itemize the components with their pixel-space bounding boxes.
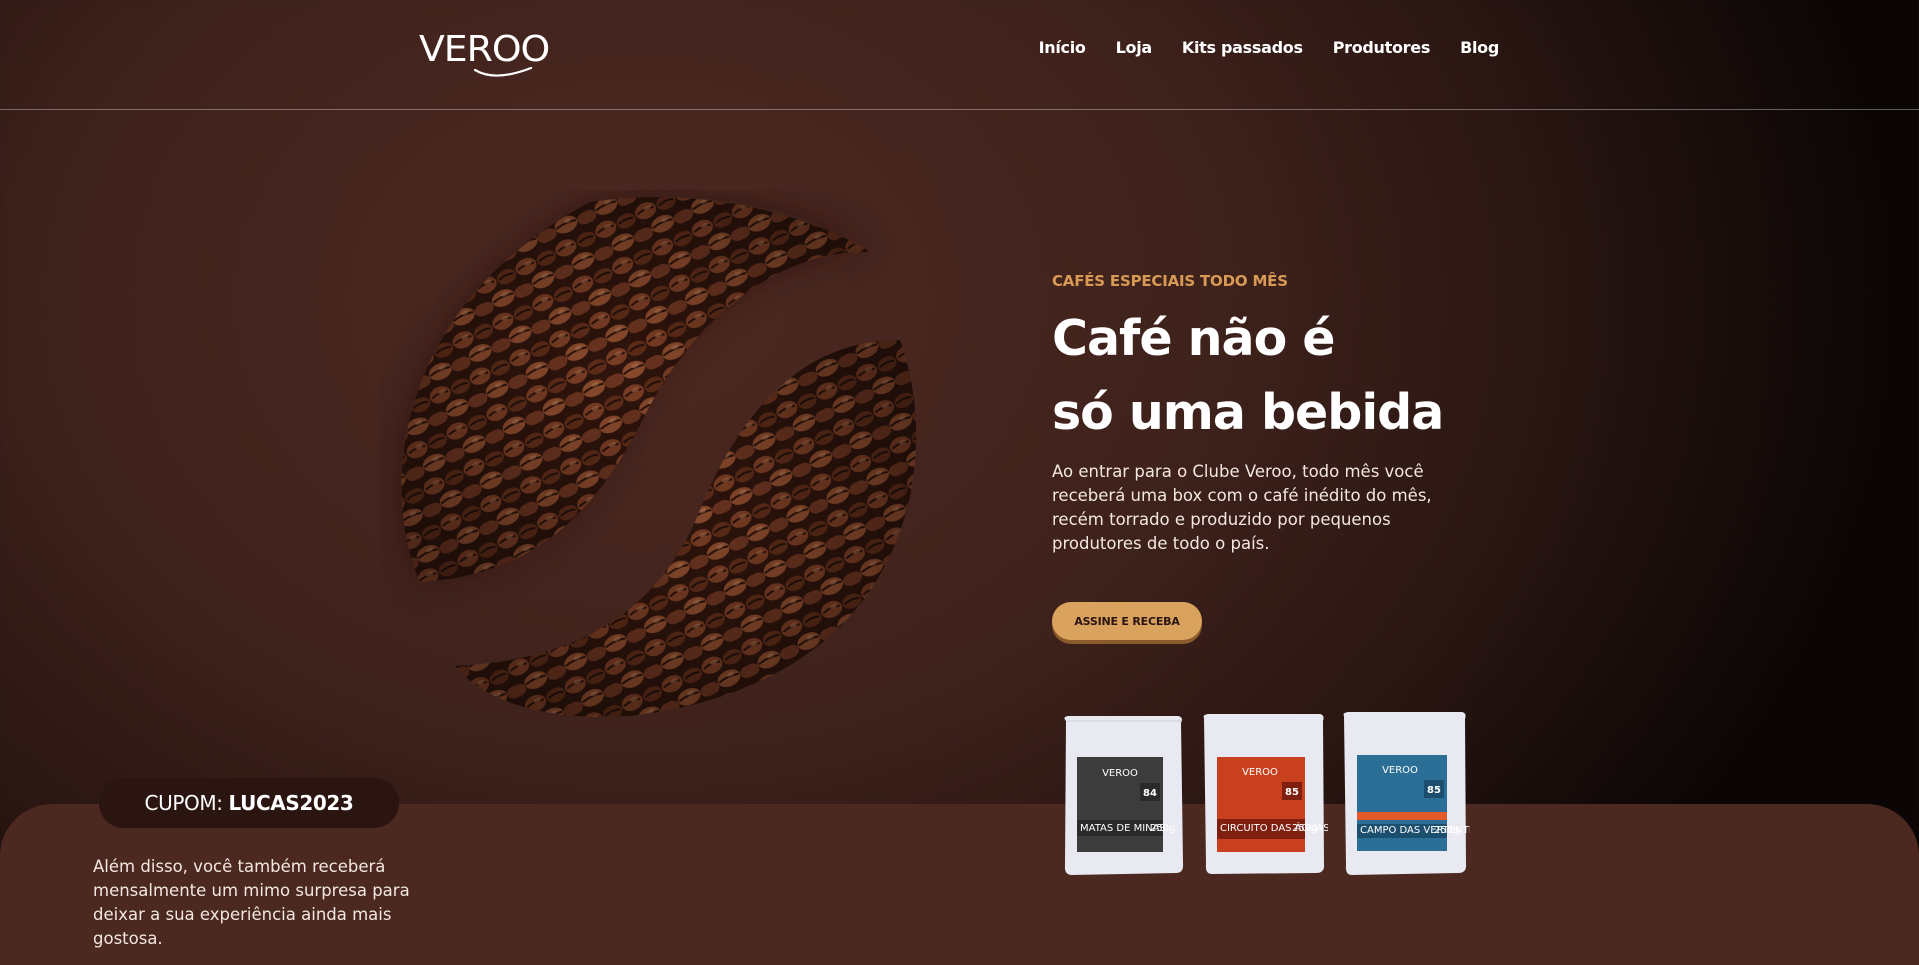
coupon-badge: CUPOM: LUCAS2023: [99, 778, 399, 828]
main-nav: Início Loja Kits passados Produtores Blo…: [1039, 38, 1500, 57]
nav-item-kits-passados[interactable]: Kits passados: [1182, 38, 1303, 57]
bag-3-score: 85: [1427, 785, 1441, 796]
hero-description: Ao entrar para o Clube Veroo, todo mês v…: [1052, 462, 1432, 553]
bag-2-weight: 250g: [1292, 823, 1317, 834]
hero-headline: Café não é só uma bebida: [1052, 302, 1472, 450]
brand-logo-text: VEROO: [419, 29, 550, 70]
bag-1-brand: VEROO: [1102, 768, 1138, 779]
coffee-bag-3: VEROO 85 CAMPO DAS VERTENTES 250g: [1343, 712, 1470, 875]
hero-section: CAFÉS ESPECIAIS TODO MÊS Café não é só u…: [1052, 272, 1472, 556]
coupon-code: LUCAS2023: [228, 791, 354, 815]
brand-logo[interactable]: VEROO: [419, 30, 550, 77]
product-bags: VEROO 84 MATAS DE MINAS 250g VEROO 85 CI…: [1058, 708, 1478, 883]
bag-2-brand: VEROO: [1242, 767, 1278, 778]
coffee-bag-1: VEROO 84 MATAS DE MINAS 250g: [1064, 716, 1184, 875]
bag-3-weight: 250g: [1434, 825, 1459, 836]
bonus-description: Além disso, você também receberá mensalm…: [93, 857, 410, 948]
subscribe-button[interactable]: ASSINE E RECEBA: [1052, 602, 1202, 640]
bag-2-score: 85: [1285, 787, 1299, 798]
bag-1-weight: 250g: [1150, 823, 1175, 834]
hero-headline-line2: só uma bebida: [1052, 384, 1444, 441]
hero-eyebrow: CAFÉS ESPECIAIS TODO MÊS: [1052, 272, 1288, 290]
coupon-prefix: CUPOM:: [144, 791, 223, 815]
coffee-bag-2: VEROO 85 CIRCUITO DAS ÁGUAS PAULISTA 250…: [1203, 714, 1328, 874]
nav-item-blog[interactable]: Blog: [1460, 38, 1499, 57]
coffee-bean-illustration: [401, 196, 917, 717]
coffee-bean-image: [380, 190, 940, 730]
nav-item-loja[interactable]: Loja: [1116, 38, 1153, 57]
logo-swoosh-icon: [473, 66, 533, 77]
nav-item-inicio[interactable]: Início: [1039, 38, 1086, 57]
hero-headline-line1: Café não é: [1052, 310, 1336, 367]
bag-1-score: 84: [1143, 788, 1157, 799]
bag-3-brand: VEROO: [1382, 765, 1418, 776]
nav-item-produtores[interactable]: Produtores: [1333, 38, 1431, 57]
top-bar: VEROO Início Loja Kits passados Produtor…: [0, 0, 1919, 110]
